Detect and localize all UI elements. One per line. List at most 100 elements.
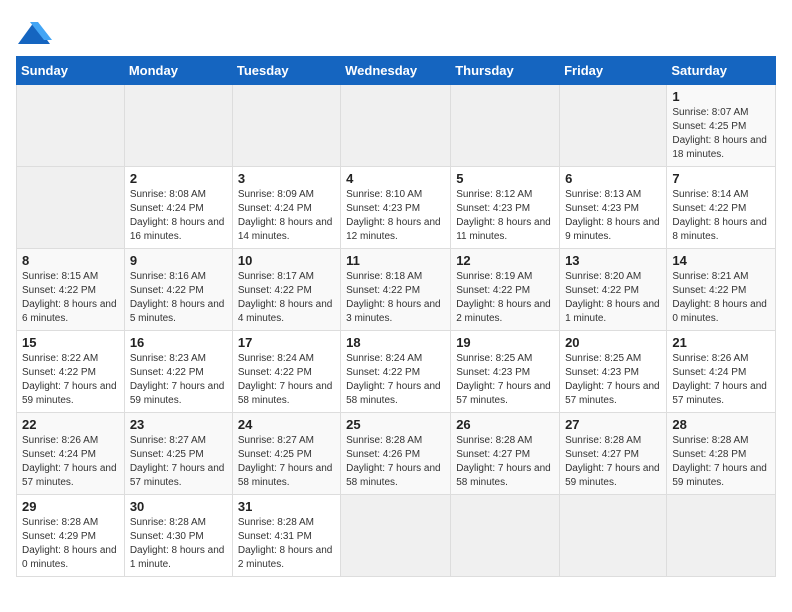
day-number: 18 bbox=[346, 335, 445, 350]
day-info: Sunrise: 8:19 AM Sunset: 4:22 PM Dayligh… bbox=[456, 270, 554, 326]
calendar-cell: 5 Sunrise: 8:12 AM Sunset: 4:23 PM Dayli… bbox=[451, 167, 560, 249]
day-number: 26 bbox=[456, 417, 554, 432]
calendar-cell bbox=[451, 495, 560, 577]
day-info: Sunrise: 8:28 AM Sunset: 4:30 PM Dayligh… bbox=[130, 516, 227, 572]
day-info: Sunrise: 8:22 AM Sunset: 4:22 PM Dayligh… bbox=[22, 352, 119, 408]
calendar-header-row: SundayMondayTuesdayWednesdayThursdayFrid… bbox=[17, 57, 776, 85]
calendar-week-row: 22 Sunrise: 8:26 AM Sunset: 4:24 PM Dayl… bbox=[17, 413, 776, 495]
calendar-cell bbox=[124, 85, 232, 167]
calendar-cell: 18 Sunrise: 8:24 AM Sunset: 4:22 PM Dayl… bbox=[341, 331, 451, 413]
logo bbox=[16, 20, 56, 48]
calendar-cell: 26 Sunrise: 8:28 AM Sunset: 4:27 PM Dayl… bbox=[451, 413, 560, 495]
calendar-cell: 24 Sunrise: 8:27 AM Sunset: 4:25 PM Dayl… bbox=[232, 413, 340, 495]
day-info: Sunrise: 8:28 AM Sunset: 4:31 PM Dayligh… bbox=[238, 516, 335, 572]
day-info: Sunrise: 8:26 AM Sunset: 4:24 PM Dayligh… bbox=[672, 352, 770, 408]
calendar-cell: 17 Sunrise: 8:24 AM Sunset: 4:22 PM Dayl… bbox=[232, 331, 340, 413]
calendar-week-row: 8 Sunrise: 8:15 AM Sunset: 4:22 PM Dayli… bbox=[17, 249, 776, 331]
day-number: 25 bbox=[346, 417, 445, 432]
day-number: 3 bbox=[238, 171, 335, 186]
header-day-monday: Monday bbox=[124, 57, 232, 85]
calendar-cell bbox=[17, 167, 125, 249]
calendar-body: 1 Sunrise: 8:07 AM Sunset: 4:25 PM Dayli… bbox=[17, 85, 776, 577]
calendar-cell: 13 Sunrise: 8:20 AM Sunset: 4:22 PM Dayl… bbox=[560, 249, 667, 331]
calendar-cell: 11 Sunrise: 8:18 AM Sunset: 4:22 PM Dayl… bbox=[341, 249, 451, 331]
day-number: 6 bbox=[565, 171, 661, 186]
day-info: Sunrise: 8:20 AM Sunset: 4:22 PM Dayligh… bbox=[565, 270, 661, 326]
calendar-cell bbox=[560, 85, 667, 167]
calendar-cell bbox=[451, 85, 560, 167]
calendar-week-row: 1 Sunrise: 8:07 AM Sunset: 4:25 PM Dayli… bbox=[17, 85, 776, 167]
day-info: Sunrise: 8:08 AM Sunset: 4:24 PM Dayligh… bbox=[130, 188, 227, 244]
page-header bbox=[16, 16, 776, 48]
calendar-cell: 28 Sunrise: 8:28 AM Sunset: 4:28 PM Dayl… bbox=[667, 413, 776, 495]
calendar-cell: 1 Sunrise: 8:07 AM Sunset: 4:25 PM Dayli… bbox=[667, 85, 776, 167]
calendar-cell: 29 Sunrise: 8:28 AM Sunset: 4:29 PM Dayl… bbox=[17, 495, 125, 577]
calendar-cell bbox=[232, 85, 340, 167]
day-info: Sunrise: 8:27 AM Sunset: 4:25 PM Dayligh… bbox=[238, 434, 335, 490]
calendar-cell: 23 Sunrise: 8:27 AM Sunset: 4:25 PM Dayl… bbox=[124, 413, 232, 495]
day-number: 4 bbox=[346, 171, 445, 186]
day-number: 17 bbox=[238, 335, 335, 350]
day-number: 24 bbox=[238, 417, 335, 432]
calendar-cell: 3 Sunrise: 8:09 AM Sunset: 4:24 PM Dayli… bbox=[232, 167, 340, 249]
day-info: Sunrise: 8:12 AM Sunset: 4:23 PM Dayligh… bbox=[456, 188, 554, 244]
day-number: 13 bbox=[565, 253, 661, 268]
day-number: 27 bbox=[565, 417, 661, 432]
day-number: 12 bbox=[456, 253, 554, 268]
calendar-cell: 31 Sunrise: 8:28 AM Sunset: 4:31 PM Dayl… bbox=[232, 495, 340, 577]
day-info: Sunrise: 8:09 AM Sunset: 4:24 PM Dayligh… bbox=[238, 188, 335, 244]
day-info: Sunrise: 8:28 AM Sunset: 4:28 PM Dayligh… bbox=[672, 434, 770, 490]
day-info: Sunrise: 8:26 AM Sunset: 4:24 PM Dayligh… bbox=[22, 434, 119, 490]
day-info: Sunrise: 8:13 AM Sunset: 4:23 PM Dayligh… bbox=[565, 188, 661, 244]
day-number: 16 bbox=[130, 335, 227, 350]
calendar-cell bbox=[667, 495, 776, 577]
day-info: Sunrise: 8:28 AM Sunset: 4:26 PM Dayligh… bbox=[346, 434, 445, 490]
day-number: 10 bbox=[238, 253, 335, 268]
calendar-cell bbox=[341, 85, 451, 167]
header-day-saturday: Saturday bbox=[667, 57, 776, 85]
calendar-week-row: 29 Sunrise: 8:28 AM Sunset: 4:29 PM Dayl… bbox=[17, 495, 776, 577]
calendar-cell: 9 Sunrise: 8:16 AM Sunset: 4:22 PM Dayli… bbox=[124, 249, 232, 331]
day-number: 22 bbox=[22, 417, 119, 432]
logo-icon bbox=[16, 20, 52, 48]
day-info: Sunrise: 8:24 AM Sunset: 4:22 PM Dayligh… bbox=[238, 352, 335, 408]
day-info: Sunrise: 8:24 AM Sunset: 4:22 PM Dayligh… bbox=[346, 352, 445, 408]
day-number: 31 bbox=[238, 499, 335, 514]
calendar-cell: 15 Sunrise: 8:22 AM Sunset: 4:22 PM Dayl… bbox=[17, 331, 125, 413]
day-number: 9 bbox=[130, 253, 227, 268]
day-info: Sunrise: 8:07 AM Sunset: 4:25 PM Dayligh… bbox=[672, 106, 770, 162]
header-day-friday: Friday bbox=[560, 57, 667, 85]
calendar-cell: 14 Sunrise: 8:21 AM Sunset: 4:22 PM Dayl… bbox=[667, 249, 776, 331]
day-number: 5 bbox=[456, 171, 554, 186]
day-number: 28 bbox=[672, 417, 770, 432]
day-number: 15 bbox=[22, 335, 119, 350]
day-number: 23 bbox=[130, 417, 227, 432]
header-day-thursday: Thursday bbox=[451, 57, 560, 85]
day-info: Sunrise: 8:28 AM Sunset: 4:27 PM Dayligh… bbox=[565, 434, 661, 490]
day-number: 1 bbox=[672, 89, 770, 104]
calendar-cell: 30 Sunrise: 8:28 AM Sunset: 4:30 PM Dayl… bbox=[124, 495, 232, 577]
header-day-sunday: Sunday bbox=[17, 57, 125, 85]
calendar-table: SundayMondayTuesdayWednesdayThursdayFrid… bbox=[16, 56, 776, 577]
day-number: 20 bbox=[565, 335, 661, 350]
day-info: Sunrise: 8:28 AM Sunset: 4:29 PM Dayligh… bbox=[22, 516, 119, 572]
calendar-cell: 27 Sunrise: 8:28 AM Sunset: 4:27 PM Dayl… bbox=[560, 413, 667, 495]
header-day-tuesday: Tuesday bbox=[232, 57, 340, 85]
day-number: 29 bbox=[22, 499, 119, 514]
day-info: Sunrise: 8:23 AM Sunset: 4:22 PM Dayligh… bbox=[130, 352, 227, 408]
calendar-cell: 7 Sunrise: 8:14 AM Sunset: 4:22 PM Dayli… bbox=[667, 167, 776, 249]
day-info: Sunrise: 8:28 AM Sunset: 4:27 PM Dayligh… bbox=[456, 434, 554, 490]
header-day-wednesday: Wednesday bbox=[341, 57, 451, 85]
day-info: Sunrise: 8:14 AM Sunset: 4:22 PM Dayligh… bbox=[672, 188, 770, 244]
day-info: Sunrise: 8:10 AM Sunset: 4:23 PM Dayligh… bbox=[346, 188, 445, 244]
calendar-cell: 21 Sunrise: 8:26 AM Sunset: 4:24 PM Dayl… bbox=[667, 331, 776, 413]
calendar-cell: 25 Sunrise: 8:28 AM Sunset: 4:26 PM Dayl… bbox=[341, 413, 451, 495]
calendar-cell: 2 Sunrise: 8:08 AM Sunset: 4:24 PM Dayli… bbox=[124, 167, 232, 249]
day-number: 11 bbox=[346, 253, 445, 268]
calendar-cell bbox=[560, 495, 667, 577]
day-info: Sunrise: 8:16 AM Sunset: 4:22 PM Dayligh… bbox=[130, 270, 227, 326]
day-info: Sunrise: 8:25 AM Sunset: 4:23 PM Dayligh… bbox=[456, 352, 554, 408]
calendar-cell: 20 Sunrise: 8:25 AM Sunset: 4:23 PM Dayl… bbox=[560, 331, 667, 413]
day-number: 2 bbox=[130, 171, 227, 186]
calendar-cell: 16 Sunrise: 8:23 AM Sunset: 4:22 PM Dayl… bbox=[124, 331, 232, 413]
